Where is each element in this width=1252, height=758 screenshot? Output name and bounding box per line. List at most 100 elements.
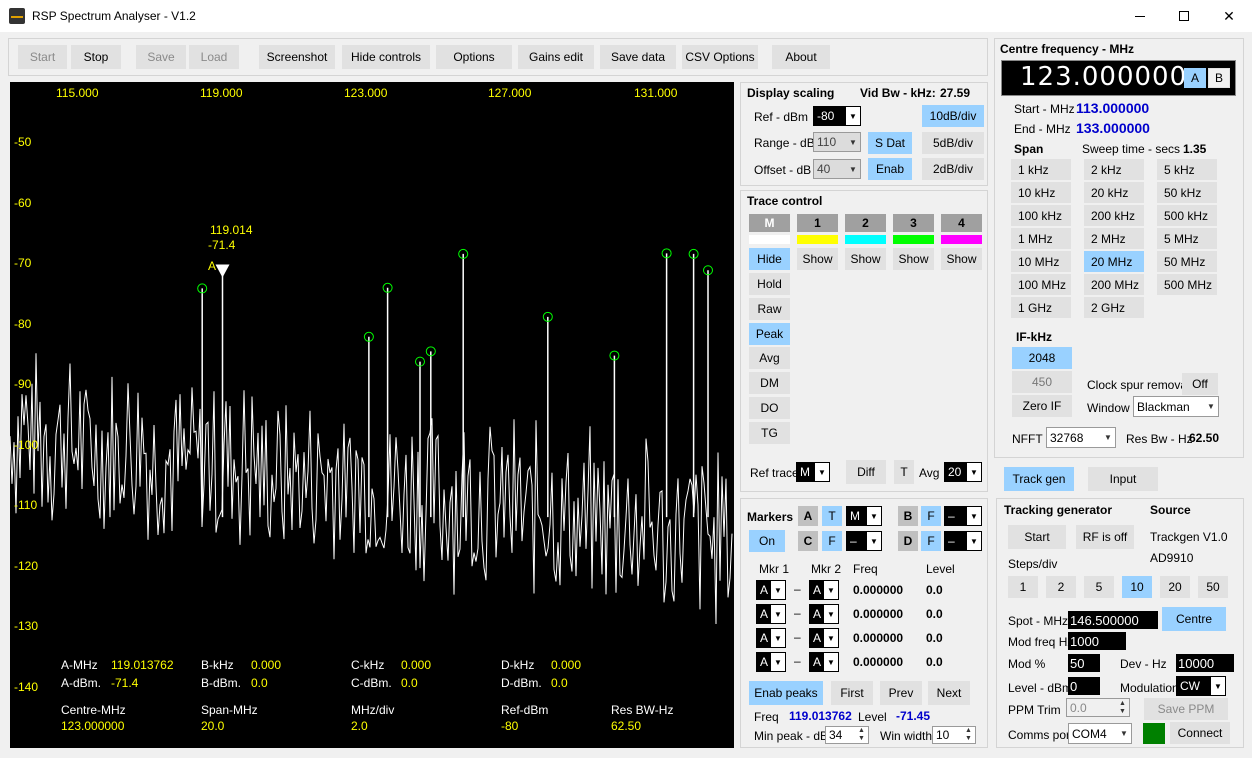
csv-options-button[interactable]: CSV Options: [682, 45, 758, 69]
steps-div-button[interactable]: 10: [1122, 576, 1152, 598]
markers-on-button[interactable]: On: [749, 530, 785, 552]
5db-div-button[interactable]: 5dB/div: [922, 132, 984, 154]
mod-freq-field[interactable]: 1000: [1068, 632, 1126, 650]
vfo-b-button[interactable]: B: [1208, 68, 1230, 88]
rf-off-button[interactable]: RF is off: [1076, 525, 1134, 549]
marker-row-mkr2-select[interactable]: A ▼: [809, 628, 839, 648]
load-button[interactable]: Load: [189, 45, 239, 69]
centre-button[interactable]: Centre: [1162, 607, 1226, 631]
maximize-button[interactable]: [1162, 0, 1206, 32]
span-button[interactable]: 100 kHz: [1011, 205, 1071, 226]
marker-row-mkr1-select[interactable]: A ▼: [756, 652, 786, 672]
marker-row-mkr2-select[interactable]: A ▼: [809, 580, 839, 600]
save-button[interactable]: Save: [136, 45, 186, 69]
span-button[interactable]: 10 MHz: [1011, 251, 1071, 272]
gains-edit-button[interactable]: Gains edit: [518, 45, 594, 69]
marker-a-select[interactable]: M ▼: [846, 506, 882, 526]
ref-dbm-select[interactable]: -80 ▼: [813, 106, 861, 126]
trace-tab-2[interactable]: 2: [845, 214, 886, 232]
trace-mode-hold-button[interactable]: Hold: [749, 273, 790, 295]
span-button[interactable]: 2 MHz: [1084, 228, 1144, 249]
steps-div-button[interactable]: 5: [1084, 576, 1114, 598]
marker-row-mkr1-select[interactable]: A ▼: [756, 580, 786, 600]
minimize-button[interactable]: [1118, 0, 1162, 32]
marker-d-f-button[interactable]: F: [921, 531, 941, 551]
save-data-button[interactable]: Save data: [600, 45, 676, 69]
span-button[interactable]: 5 kHz: [1157, 159, 1217, 180]
window-select[interactable]: Blackman ▼: [1133, 396, 1219, 417]
span-button[interactable]: 50 kHz: [1157, 182, 1217, 203]
mod-pct-field[interactable]: 50: [1068, 654, 1100, 672]
tab-track-gen[interactable]: Track gen: [1004, 467, 1074, 491]
span-button[interactable]: 1 kHz: [1011, 159, 1071, 180]
steps-div-button[interactable]: 1: [1008, 576, 1038, 598]
marker-c-select[interactable]: – ▼: [846, 531, 882, 551]
span-button[interactable]: 500 kHz: [1157, 205, 1217, 226]
trace-visibility-button-2[interactable]: Show: [845, 248, 886, 270]
modulation-select[interactable]: CW ▼: [1176, 676, 1226, 696]
trace-visibility-button-3[interactable]: Show: [893, 248, 934, 270]
tab-input[interactable]: Input: [1088, 467, 1158, 491]
span-button[interactable]: 20 MHz: [1084, 251, 1144, 272]
trace-mode-peak-button[interactable]: Peak: [749, 322, 790, 345]
trace-tab-1[interactable]: 1: [797, 214, 838, 232]
span-button[interactable]: 200 MHz: [1084, 274, 1144, 295]
steps-div-button[interactable]: 20: [1160, 576, 1190, 598]
span-button[interactable]: 50 MHz: [1157, 251, 1217, 272]
range-db-select[interactable]: 110 ▼: [813, 132, 861, 152]
t-button[interactable]: T: [894, 460, 914, 484]
trace-tab-3[interactable]: 3: [893, 214, 934, 232]
nfft-select[interactable]: 32768 ▼: [1046, 427, 1116, 448]
connect-button[interactable]: Connect: [1170, 722, 1230, 744]
marker-row-mkr2-select[interactable]: A ▼: [809, 604, 839, 624]
first-button[interactable]: First: [831, 681, 873, 705]
dev-hz-field[interactable]: 10000: [1176, 654, 1234, 672]
span-button[interactable]: 1 GHz: [1011, 297, 1071, 318]
span-button[interactable]: 1 MHz: [1011, 228, 1071, 249]
trace-tab-4[interactable]: 4: [941, 214, 982, 232]
marker-b-select[interactable]: – ▼: [944, 506, 982, 526]
options-button[interactable]: Options: [436, 45, 512, 69]
trace-visibility-button-4[interactable]: Show: [941, 248, 982, 270]
win-width-spinner[interactable]: 10 ▲ ▼: [932, 726, 976, 744]
trace-mode-tg-button[interactable]: TG: [749, 421, 790, 444]
span-button[interactable]: 20 kHz: [1084, 182, 1144, 203]
steps-div-button[interactable]: 2: [1046, 576, 1076, 598]
steps-div-button[interactable]: 50: [1198, 576, 1228, 598]
10db-div-button[interactable]: 10dB/div: [922, 105, 984, 127]
span-button[interactable]: 2 GHz: [1084, 297, 1144, 318]
marker-row-mkr1-select[interactable]: A ▼: [756, 628, 786, 648]
2db-div-button[interactable]: 2dB/div: [922, 158, 984, 180]
s-dat-button[interactable]: S Dat: [868, 132, 912, 154]
marker-a-t-button[interactable]: T: [822, 506, 842, 526]
tracking-start-button[interactable]: Start: [1008, 525, 1066, 549]
level-dbm-field[interactable]: 0: [1068, 677, 1100, 695]
about-button[interactable]: About: [772, 45, 830, 69]
enab-peaks-button[interactable]: Enab peaks: [749, 681, 823, 705]
trace-mode-avg-button[interactable]: Avg: [749, 347, 790, 370]
span-button[interactable]: 10 kHz: [1011, 182, 1071, 203]
span-button[interactable]: 5 MHz: [1157, 228, 1217, 249]
span-button[interactable]: 500 MHz: [1157, 274, 1217, 295]
comms-port-select[interactable]: COM4 ▼: [1068, 723, 1132, 744]
marker-row-mkr1-select[interactable]: A ▼: [756, 604, 786, 624]
zero-if-button[interactable]: Zero IF: [1012, 395, 1072, 417]
stop-button[interactable]: Stop: [71, 45, 121, 69]
if-450-button[interactable]: 450: [1012, 371, 1072, 393]
marker-d-select[interactable]: – ▼: [944, 531, 982, 551]
close-button[interactable]: ✕: [1206, 0, 1252, 32]
trace-mode-do-button[interactable]: DO: [749, 397, 790, 419]
spectrum-plot[interactable]: 115.000 119.000 123.000 127.000 131.000 …: [10, 82, 734, 748]
ref-trace-select[interactable]: M ▼: [796, 462, 830, 482]
ppm-trim-spinner[interactable]: 0.0 ▲ ▼: [1066, 698, 1130, 717]
clock-spur-button[interactable]: Off: [1182, 373, 1218, 395]
trace-visibility-button-1[interactable]: Show: [797, 248, 838, 270]
avg-select[interactable]: 20 ▼: [944, 462, 982, 482]
span-button[interactable]: 200 kHz: [1084, 205, 1144, 226]
prev-button[interactable]: Prev: [880, 681, 922, 705]
trace-mode-raw-button[interactable]: Raw: [749, 297, 790, 320]
next-button[interactable]: Next: [928, 681, 970, 705]
marker-row-mkr2-select[interactable]: A ▼: [809, 652, 839, 672]
hide-controls-button[interactable]: Hide controls: [342, 45, 430, 69]
spot-mhz-field[interactable]: 146.500000: [1068, 611, 1158, 629]
